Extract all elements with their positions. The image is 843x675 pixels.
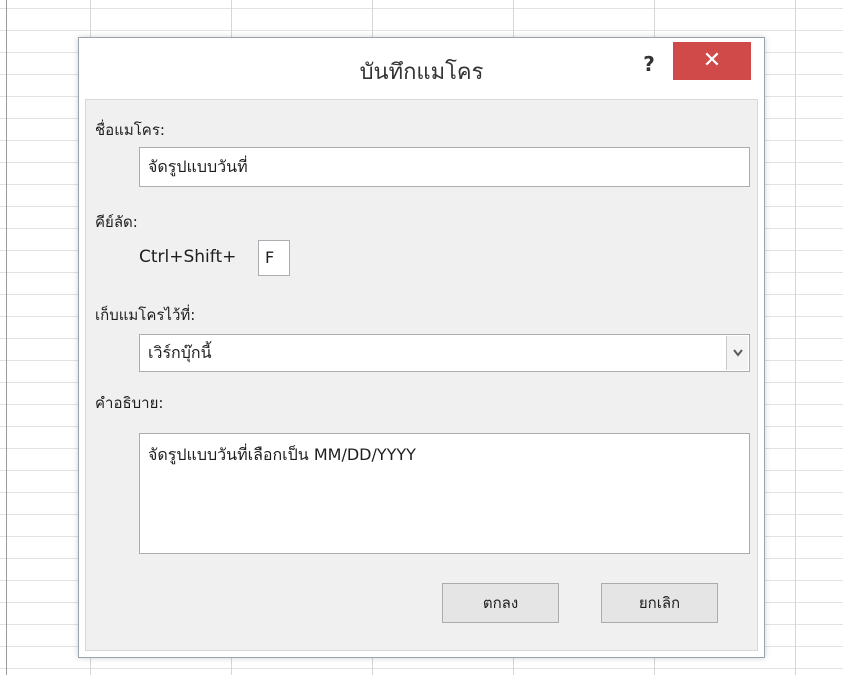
store-in-label: เก็บแมโครไว้ที่: <box>95 306 196 324</box>
chevron-down-icon <box>732 349 743 357</box>
close-button[interactable]: ✕ <box>673 42 751 80</box>
help-button[interactable]: ? <box>634 48 664 80</box>
cancel-button[interactable]: ยกเลิก <box>601 583 718 623</box>
close-icon: ✕ <box>702 48 722 73</box>
dropdown-arrow[interactable] <box>726 336 748 370</box>
dialog-titlebar: บันทึกแมโคร ? ✕ <box>79 38 764 98</box>
record-macro-dialog: บันทึกแมโคร ? ✕ ชื่อแมโคร: จัดรูปแบบวันท… <box>78 37 765 658</box>
description-label: คำอธิบาย: <box>95 394 164 412</box>
macro-name-label: ชื่อแมโคร: <box>95 121 165 139</box>
macro-name-input[interactable]: จัดรูปแบบวันที่ <box>139 147 750 187</box>
shortcut-key-input[interactable]: F <box>258 240 290 276</box>
store-in-select[interactable]: เวิร์กบุ๊กนี้ <box>139 334 750 372</box>
dialog-body: ชื่อแมโคร: จัดรูปแบบวันที่ คีย์ลัด: Ctrl… <box>85 99 758 651</box>
description-value: จัดรูปแบบวันที่เลือกเป็น MM/DD/YYYY <box>148 445 416 464</box>
store-in-value: เวิร์กบุ๊กนี้ <box>148 343 212 362</box>
shortcut-prefix: Ctrl+Shift+ <box>139 247 237 267</box>
sheet-edge <box>6 0 7 675</box>
description-textarea[interactable]: จัดรูปแบบวันที่เลือกเป็น MM/DD/YYYY <box>139 433 750 554</box>
ok-button[interactable]: ตกลง <box>442 583 559 623</box>
shortcut-key-label: คีย์ลัด: <box>95 213 138 231</box>
shortcut-key-value: F <box>265 248 275 267</box>
macro-name-value: จัดรูปแบบวันที่ <box>148 157 248 176</box>
